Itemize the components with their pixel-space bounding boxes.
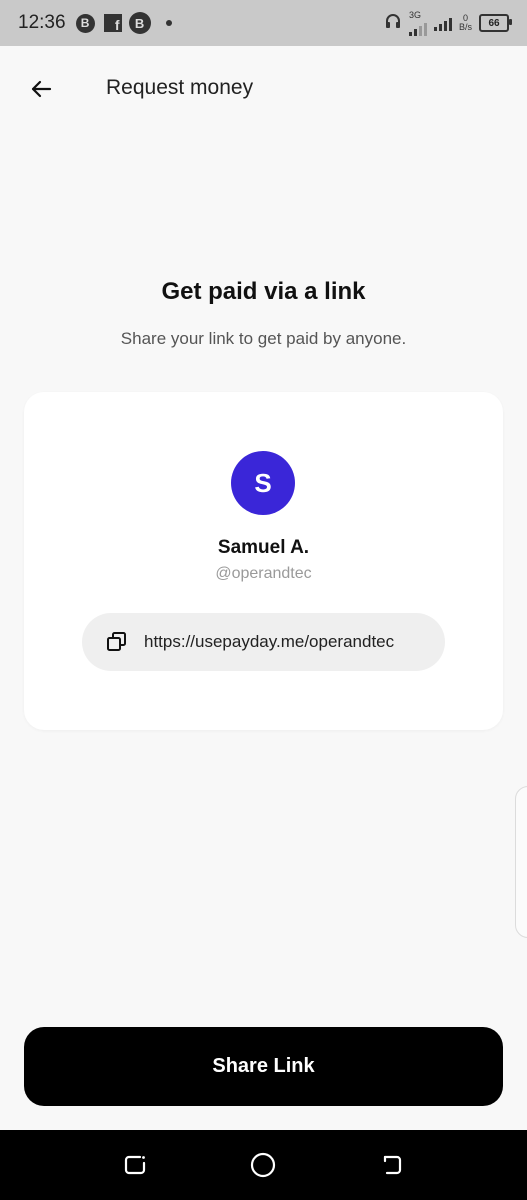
- share-link-button[interactable]: Share Link: [24, 1027, 503, 1106]
- profile-handle: @operandtec: [215, 565, 312, 582]
- home-button[interactable]: [248, 1150, 278, 1180]
- recents-button[interactable]: [120, 1150, 150, 1180]
- system-nav-bar: [0, 1130, 527, 1200]
- nav-back-button[interactable]: [377, 1150, 407, 1180]
- payment-link-copy-button[interactable]: https://usepayday.me/operandtec: [82, 613, 445, 671]
- status-time: 12:36: [18, 12, 66, 33]
- notification-b-icon-2: B: [128, 12, 151, 34]
- payment-link-card: S Samuel A. @operandtec https://usepayda…: [24, 392, 503, 730]
- edge-panel-handle[interactable]: [515, 786, 527, 938]
- profile-name: Samuel A.: [217, 537, 310, 558]
- more-notifications-dot-icon: [165, 20, 172, 26]
- intro-title: Get paid via a link: [161, 278, 366, 305]
- headphones-icon: [384, 12, 402, 35]
- avatar: S: [231, 451, 295, 515]
- copy-icon: [106, 631, 128, 653]
- nav-back-icon: [383, 1155, 402, 1175]
- battery-level: 66: [488, 17, 500, 29]
- signal-strength-icon-2: [433, 15, 452, 31]
- page-title: Request money: [106, 76, 254, 99]
- facebook-icon: f: [103, 14, 122, 32]
- notification-b-icon: B: [75, 13, 95, 33]
- payment-link-text: https://usepayday.me/operandtec: [144, 632, 395, 651]
- home-circle-icon: [250, 1152, 276, 1178]
- recents-icon: [124, 1155, 146, 1175]
- request-money-screen: 12:36 B f B 3G 0 B/s 66 Request money Ge…: [0, 0, 527, 1200]
- app-header: Request money: [0, 46, 527, 132]
- network-speed: 0 B/s: [459, 14, 472, 32]
- signal-strength-icon: [408, 20, 427, 36]
- network-speed-unit: B/s: [458, 22, 472, 32]
- arrow-left-icon: [31, 80, 52, 98]
- status-bar: 12:36 B f B 3G 0 B/s 66: [0, 0, 527, 46]
- network-type-label: 3G: [408, 9, 421, 20]
- intro-subtitle: Share your link to get paid by anyone.: [120, 329, 407, 348]
- status-indicators: 3G 0 B/s 66: [384, 9, 512, 36]
- back-button[interactable]: [22, 70, 60, 108]
- battery-icon: 66: [479, 14, 512, 32]
